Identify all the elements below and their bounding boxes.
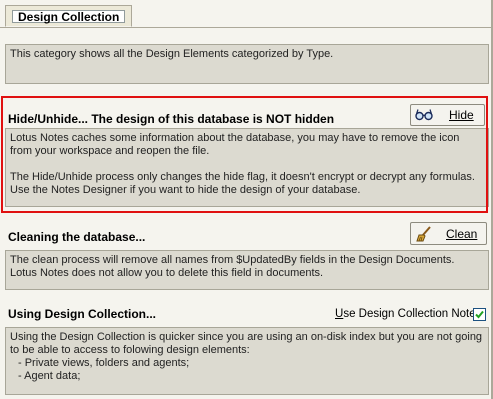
collection-section-title: Using Design Collection... [8,307,157,321]
clean-button[interactable]: Clean [410,222,487,245]
clean-section-title: Cleaning the database... [8,230,146,244]
collection-checkbox-label[interactable]: Use Design Collection Note [335,308,476,320]
collection-checkbox-label-text: se Design Collection Note [343,308,476,320]
intro-text: This category shows all the Design Eleme… [10,48,334,60]
collection-item: - Private views, folders and agents; [18,357,190,369]
clean-info-panel: The clean process will remove all names … [5,250,489,290]
collection-text: Using the Design Collection is quicker s… [10,331,483,356]
collection-info-panel: Using the Design Collection is quicker s… [5,327,489,395]
tab-design-collection[interactable]: Design Collection [5,5,132,27]
intro-panel: This category shows all the Design Eleme… [5,44,489,84]
hide-info-panel: Lotus Notes caches some information abou… [5,128,489,207]
glasses-icon [415,108,433,122]
hide-para-2: The Hide/Unhide process only changes the… [10,171,475,196]
clean-button-label: Clean [446,226,478,241]
hide-button[interactable]: Hide [410,104,485,126]
broom-icon [416,225,432,242]
hide-para-1: Lotus Notes caches some information abou… [10,132,460,157]
tab-label: Design Collection [12,10,125,23]
hide-button-label: Hide [449,108,474,122]
checkmark-icon [475,310,484,319]
collection-item: - Agent data; [18,370,81,382]
use-design-collection-checkbox[interactable] [473,308,486,321]
hide-section-title: Hide/Unhide... The design of this databa… [8,112,335,126]
tab-divider [0,27,493,28]
clean-text: The clean process will remove all names … [10,254,455,279]
